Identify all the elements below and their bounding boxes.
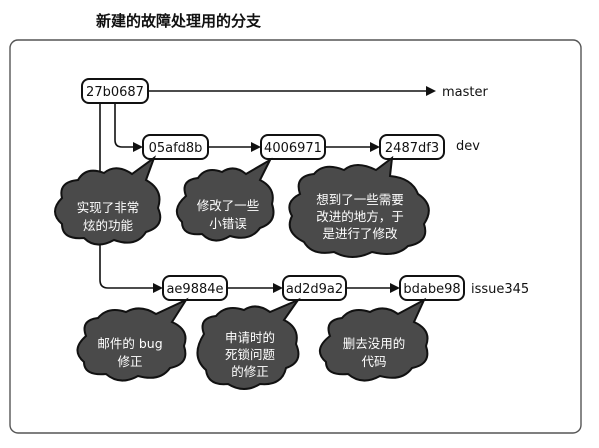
note-3-line-2: 改进的地方，于	[316, 209, 404, 224]
arrow-ae9	[153, 283, 163, 293]
commit-label: 05afd8b	[149, 141, 203, 156]
commit-node-ad2: ad2d9a2	[282, 275, 347, 301]
note-6-line-2: 代码	[361, 354, 386, 369]
commit-node-27b: 27b0687	[81, 78, 149, 104]
note-6-line-1: 删去没用的	[343, 336, 406, 351]
note-5-line-3: 的修正	[231, 364, 269, 379]
diagram-stage: 新建的故障处理用的分支 master dev issue345 27b0687 …	[0, 0, 599, 444]
note-1-line-2: 炫的功能	[83, 218, 134, 233]
note-5-line-1: 申请时的	[225, 330, 275, 345]
note-cloud-1: 实现了非常 炫的功能	[54, 155, 162, 246]
note-cloud-4: 邮件的 bug 修正	[76, 297, 189, 382]
commit-node-248: 2487df3	[379, 134, 445, 160]
note-cloud-6: 删去没用的 代码	[319, 297, 429, 382]
commit-label: ad2d9a2	[286, 282, 343, 297]
commit-label: 2487df3	[385, 141, 439, 156]
commit-node-bda: bdabe98	[399, 275, 465, 301]
arrow-bda	[390, 283, 400, 293]
commit-label: bdabe98	[403, 282, 460, 297]
note-4-line-2: 修正	[117, 354, 142, 369]
commit-label: ae9884e	[166, 282, 223, 297]
branch-diagram: 新建的故障处理用的分支 master dev issue345 27b0687 …	[9, 12, 582, 434]
note-cloud-3: 想到了一些需要 改进的地方，于 是进行了修改	[288, 155, 430, 258]
arrow-400	[251, 142, 261, 152]
commit-node-400: 4006971	[260, 134, 326, 160]
edge-dev-branch	[114, 103, 134, 148]
note-2-line-2: 小错误	[209, 216, 247, 231]
note-5-line-2: 死锁问题	[225, 347, 276, 362]
branch-label-dev: dev	[456, 139, 480, 154]
note-cloud-5: 申请时的 死锁问题 的修正	[196, 297, 301, 390]
note-3-line-3: 是进行了修改	[322, 226, 398, 241]
arrow-05a	[133, 142, 143, 152]
arrow-248	[370, 142, 380, 152]
arrow-master	[426, 86, 436, 96]
note-1-line-1: 实现了非常	[77, 200, 140, 215]
branch-label-issue: issue345	[471, 282, 529, 297]
commit-node-ae9: ae9884e	[162, 275, 228, 301]
note-4-line-1: 邮件的 bug	[97, 336, 162, 351]
note-3-line-1: 想到了一些需要	[316, 192, 404, 207]
diagram-title: 新建的故障处理用的分支	[96, 12, 262, 30]
commit-node-05a: 05afd8b	[142, 134, 209, 160]
commit-label: 27b0687	[86, 85, 144, 100]
commit-label: 4006971	[264, 141, 322, 156]
note-cloud-2: 修改了一些 小错误	[175, 157, 275, 242]
note-2-line-1: 修改了一些	[197, 198, 260, 213]
branch-label-master: master	[442, 85, 488, 100]
arrow-ad2	[273, 283, 283, 293]
